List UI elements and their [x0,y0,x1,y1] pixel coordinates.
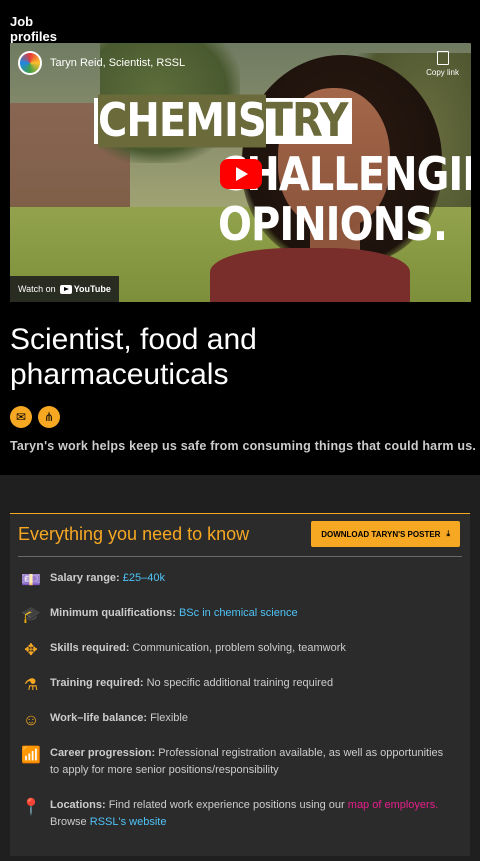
info-panel: Everything you need to know DOWNLOAD TAR… [10,513,470,856]
video-overlay-line3: OPINIONS. [218,198,448,252]
lede-text: Taryn's work helps keep us safe from con… [10,439,477,453]
skills-row: ✥ Skills required: Communication, proble… [20,640,450,662]
training-label: Training required: [50,677,144,689]
copy-link-button[interactable]: Copy link [426,51,459,77]
download-icon: ⤓ [446,529,450,538]
graduation-cap-icon: 🎓 [21,607,41,624]
salary-label: Salary range: [50,572,120,584]
download-poster-button[interactable]: DOWNLOAD TARYN'S POSTER ⤓ [311,521,460,547]
video-channel[interactable]: Taryn Reid, Scientist, RSSL [18,51,185,75]
download-label: DOWNLOAD TARYN'S POSTER [321,529,441,539]
qualifications-label: Minimum qualifications: [50,607,176,619]
overlay-try: TRY [265,94,349,148]
share-actions: ✉ ⋔ [10,406,60,428]
salary-row: 💷 Salary range: £25–40k [20,570,450,592]
video-person-top [210,248,410,302]
smiley-icon: ☺ [22,712,40,729]
lab-flask-icon: ⚗ [23,677,39,694]
email-share-button[interactable]: ✉ [10,406,32,428]
video-title[interactable]: Taryn Reid, Scientist, RSSL [50,57,185,69]
training-value: No specific additional training required [146,677,334,689]
locations-label: Locations: [50,799,106,811]
channel-avatar[interactable] [18,51,42,75]
map-of-employers-link[interactable]: map of employers. [348,799,438,811]
work-life-value: Flexible [150,712,188,724]
panel-divider [18,556,462,557]
work-life-row: ☺ Work–life balance: Flexible [20,710,450,732]
page-title: Scientist, food and pharmaceuticals [10,323,257,391]
watch-on-label: Watch on [18,284,56,294]
youtube-logo: YouTube [59,284,111,294]
video-player[interactable]: CHEMISTRY CHALLENGING OPINIONS. Taryn Re… [10,43,471,302]
watch-on-youtube[interactable]: Watch on YouTube [10,276,119,302]
locations-row: 📍 Locations: Find related work experienc… [20,797,450,831]
overlay-chemis: CHEMIS [98,94,267,148]
skills-value: Communication, problem solving, teamwork [132,642,346,654]
share-button[interactable]: ⋔ [38,406,60,428]
youtube-label: YouTube [73,284,111,294]
email-icon: ✉ [15,410,27,424]
copy-icon [436,51,449,65]
panel-heading: Everything you need to know [18,524,250,544]
salary-value: £25–40k [122,572,165,584]
skills-network-icon: ✥ [24,642,38,659]
video-overlay-line1: CHEMISTRY [94,94,352,148]
bar-chart-icon: 📶 [21,747,41,764]
money-icon: 💷 [21,572,41,589]
play-button[interactable] [220,159,262,189]
copy-link-label: Copy link [426,68,459,77]
work-life-label: Work–life balance: [50,712,147,724]
rssl-website-link[interactable]: RSSL's website [90,816,167,828]
career-label: Career progression: [50,747,156,759]
qualifications-link[interactable]: BSc in chemical science [179,607,298,619]
qualifications-row: 🎓 Minimum qualifications: BSc in chemica… [20,605,450,627]
share-icon: ⋔ [43,410,55,424]
skills-label: Skills required: [50,642,130,654]
career-row: 📶 Career progression: Professional regis… [20,745,450,779]
training-row: ⚗ Training required: No specific additio… [20,675,450,697]
locations-value: Find related work experience positions u… [108,799,345,811]
browse-text: Browse [50,816,87,828]
map-pin-icon: 📍 [21,799,41,816]
youtube-play-icon [59,284,72,294]
